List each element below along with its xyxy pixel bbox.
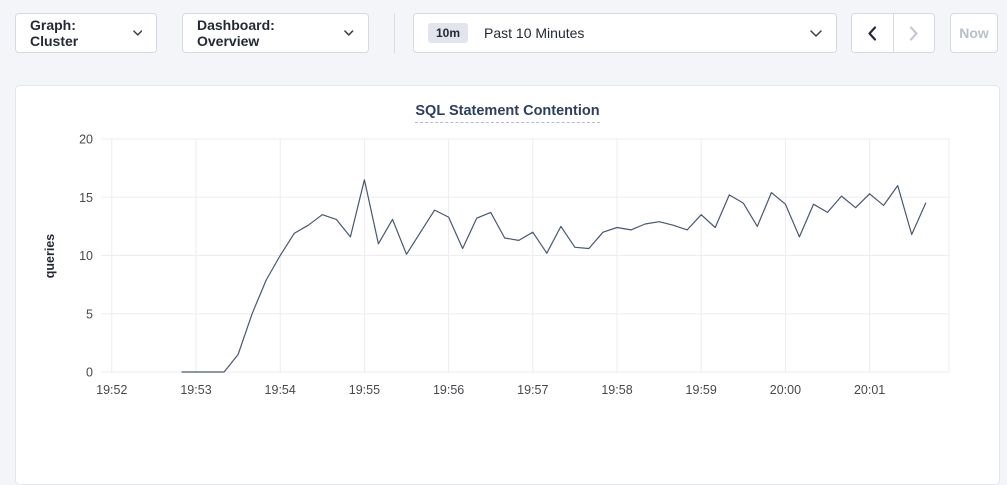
time-back-button[interactable] (852, 14, 894, 52)
svg-text:5: 5 (86, 307, 93, 321)
chevron-right-icon (909, 26, 919, 41)
chart-card: SQL Statement Contention queries 0 5 10 15 2… (15, 85, 1000, 485)
svg-text:19:58: 19:58 (601, 383, 632, 397)
time-range-badge: 10m (428, 23, 468, 43)
dashboard-dropdown[interactable]: Dashboard: Overview (182, 13, 369, 53)
svg-text:20:01: 20:01 (854, 383, 885, 397)
time-range-label: Past 10 Minutes (484, 25, 810, 41)
svg-text:19:54: 19:54 (265, 383, 296, 397)
chevron-down-icon (133, 30, 142, 36)
sql-contention-line-chart: 0 5 10 15 20 19:52 19:53 19:54 19:55 19:56 19:57 19… (16, 126, 1001, 416)
svg-text:19:53: 19:53 (180, 383, 211, 397)
chevron-down-icon (344, 30, 354, 36)
chevron-down-icon (810, 30, 822, 37)
time-nav (851, 13, 935, 53)
svg-text:19:59: 19:59 (686, 383, 717, 397)
chart-title[interactable]: SQL Statement Contention (415, 103, 599, 123)
dashboard-dropdown-label: Dashboard: Overview (197, 17, 334, 49)
svg-text:15: 15 (79, 191, 93, 205)
svg-text:10: 10 (79, 249, 93, 263)
svg-text:19:55: 19:55 (349, 383, 380, 397)
svg-text:20: 20 (79, 133, 93, 147)
time-range-selector[interactable]: 10m Past 10 Minutes (413, 13, 837, 53)
svg-text:19:57: 19:57 (517, 383, 548, 397)
chevron-left-icon (867, 26, 877, 41)
chart-area: queries 0 5 10 15 20 19:52 19:53 19:54 19:55 19:5… (16, 126, 1001, 416)
graph-dropdown[interactable]: Graph: Cluster (15, 13, 157, 53)
graph-dropdown-label: Graph: Cluster (30, 17, 123, 49)
svg-text:19:56: 19:56 (433, 383, 464, 397)
time-forward-button[interactable] (894, 14, 935, 52)
svg-text:0: 0 (86, 366, 93, 380)
svg-text:20:00: 20:00 (770, 383, 801, 397)
now-button[interactable]: Now (950, 13, 998, 53)
toolbar: Graph: Cluster Dashboard: Overview 10m P… (0, 0, 1007, 70)
y-axis-label: queries (43, 234, 57, 278)
toolbar-divider (394, 13, 395, 53)
svg-text:19:52: 19:52 (96, 383, 127, 397)
chart-title-row: SQL Statement Contention (16, 102, 999, 126)
